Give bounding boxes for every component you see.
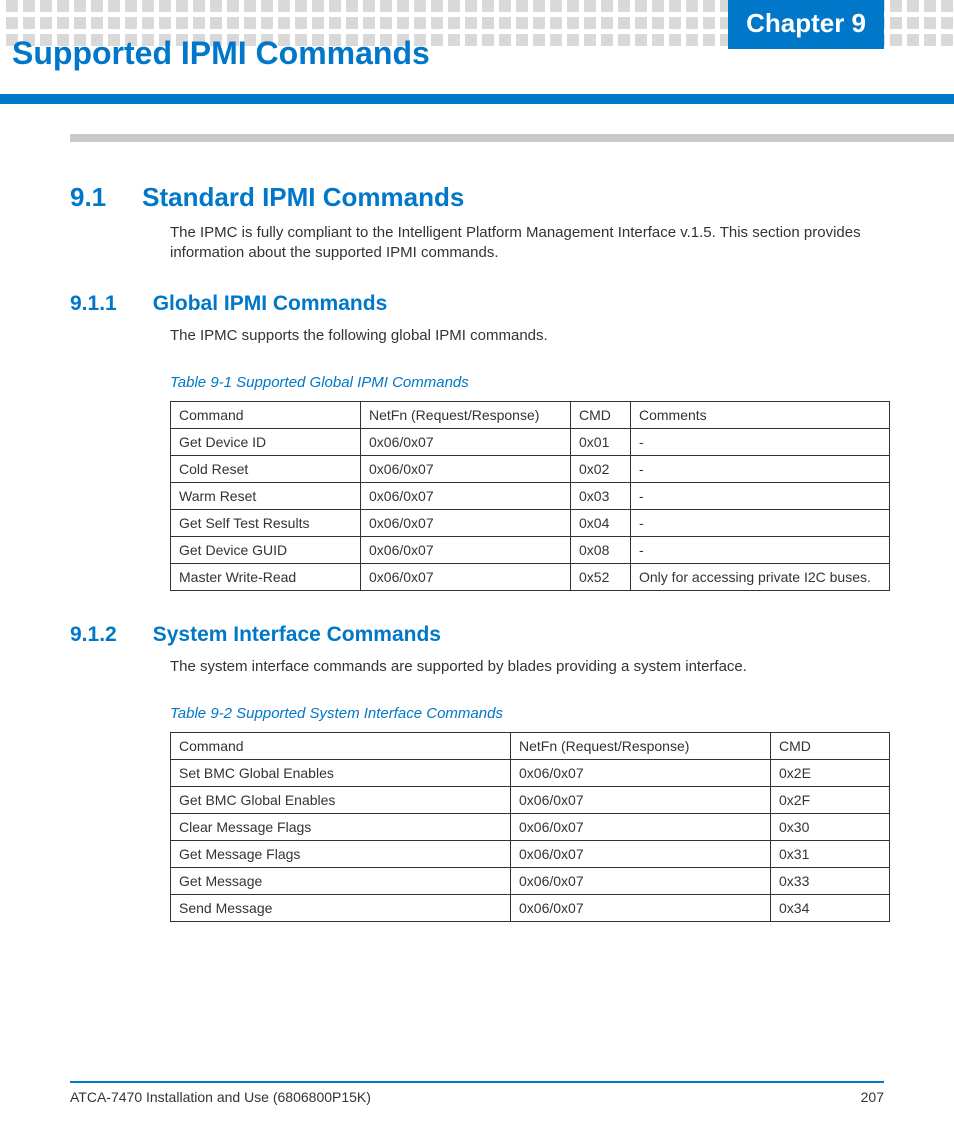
table-cell: 0x02 bbox=[571, 455, 631, 482]
table-header-cell: CMD bbox=[571, 401, 631, 428]
section-title: Global IPMI Commands bbox=[153, 292, 388, 316]
table-cell: 0x06/0x07 bbox=[361, 428, 571, 455]
table-cell: Get BMC Global Enables bbox=[171, 787, 511, 814]
table-row: Get Message Flags0x06/0x070x31 bbox=[171, 841, 890, 868]
table-cell: 0x04 bbox=[571, 509, 631, 536]
blue-divider bbox=[0, 94, 954, 104]
table-cell: 0x2F bbox=[771, 787, 890, 814]
page-title: Supported IPMI Commands bbox=[12, 35, 440, 72]
table-cell: 0x33 bbox=[771, 868, 890, 895]
table-row: Master Write-Read0x06/0x070x52Only for a… bbox=[171, 563, 890, 590]
section-title: Standard IPMI Commands bbox=[142, 182, 464, 213]
table-cell: 0x06/0x07 bbox=[511, 760, 771, 787]
chapter-tab: Chapter 9 bbox=[728, 0, 884, 49]
section-body: The IPMC is fully compliant to the Intel… bbox=[170, 223, 884, 264]
table-row: Cold Reset0x06/0x070x02- bbox=[171, 455, 890, 482]
table-cell: Get Device GUID bbox=[171, 536, 361, 563]
table-system-interface-commands: CommandNetFn (Request/Response)CMDSet BM… bbox=[170, 732, 890, 922]
table-cell: Send Message bbox=[171, 895, 511, 922]
table-cell: 0x06/0x07 bbox=[511, 895, 771, 922]
table-cell: Get Self Test Results bbox=[171, 509, 361, 536]
table-cell: - bbox=[631, 536, 890, 563]
table-cell: - bbox=[631, 509, 890, 536]
table-cell: 0x52 bbox=[571, 563, 631, 590]
table-cell: 0x08 bbox=[571, 536, 631, 563]
table-row: Get Self Test Results0x06/0x070x04- bbox=[171, 509, 890, 536]
table-cell: 0x06/0x07 bbox=[361, 455, 571, 482]
table-row: Get Device GUID0x06/0x070x08- bbox=[171, 536, 890, 563]
section-heading-9-1-2: 9.1.2 System Interface Commands bbox=[70, 623, 884, 647]
table-cell: 0x06/0x07 bbox=[511, 841, 771, 868]
table-row: Get Message0x06/0x070x33 bbox=[171, 868, 890, 895]
table-cell: - bbox=[631, 455, 890, 482]
table-cell: 0x06/0x07 bbox=[511, 814, 771, 841]
table-cell: - bbox=[631, 482, 890, 509]
footer-page-number: 207 bbox=[861, 1089, 884, 1105]
header-decoration: Chapter 9 Supported IPMI Commands bbox=[0, 0, 954, 104]
section-heading-9-1-1: 9.1.1 Global IPMI Commands bbox=[70, 292, 884, 316]
table-row: Set BMC Global Enables0x06/0x070x2E bbox=[171, 760, 890, 787]
table-cell: 0x06/0x07 bbox=[361, 563, 571, 590]
section-number: 9.1.1 bbox=[70, 292, 117, 316]
table-caption-9-2: Table 9-2 Supported System Interface Com… bbox=[170, 705, 884, 722]
table-cell: 0x06/0x07 bbox=[361, 509, 571, 536]
table-cell: 0x2E bbox=[771, 760, 890, 787]
table-cell: 0x31 bbox=[771, 841, 890, 868]
section-body: The IPMC supports the following global I… bbox=[170, 326, 884, 346]
section-title: System Interface Commands bbox=[153, 623, 441, 647]
table-cell: Only for accessing private I2C buses. bbox=[631, 563, 890, 590]
table-cell: Warm Reset bbox=[171, 482, 361, 509]
table-header-cell: Command bbox=[171, 401, 361, 428]
table-caption-9-1: Table 9-1 Supported Global IPMI Commands bbox=[170, 374, 884, 391]
section-heading-9-1: 9.1 Standard IPMI Commands bbox=[70, 182, 884, 213]
table-cell: 0x03 bbox=[571, 482, 631, 509]
table-cell: 0x06/0x07 bbox=[361, 536, 571, 563]
table-row: Warm Reset0x06/0x070x03- bbox=[171, 482, 890, 509]
table-cell: - bbox=[631, 428, 890, 455]
section-number: 9.1 bbox=[70, 182, 106, 213]
table-cell: Master Write-Read bbox=[171, 563, 361, 590]
page-footer: ATCA-7470 Installation and Use (6806800P… bbox=[70, 1081, 884, 1105]
table-cell: 0x01 bbox=[571, 428, 631, 455]
table-row: Get Device ID0x06/0x070x01- bbox=[171, 428, 890, 455]
table-header-cell: NetFn (Request/Response) bbox=[361, 401, 571, 428]
table-cell: Cold Reset bbox=[171, 455, 361, 482]
table-header-cell: Command bbox=[171, 733, 511, 760]
table-cell: 0x06/0x07 bbox=[361, 482, 571, 509]
table-cell: 0x06/0x07 bbox=[511, 787, 771, 814]
section-body: The system interface commands are suppor… bbox=[170, 657, 884, 677]
table-cell: 0x30 bbox=[771, 814, 890, 841]
footer-doc-title: ATCA-7470 Installation and Use (6806800P… bbox=[70, 1089, 371, 1105]
section-number: 9.1.2 bbox=[70, 623, 117, 647]
table-row: Clear Message Flags0x06/0x070x30 bbox=[171, 814, 890, 841]
grey-divider bbox=[70, 134, 954, 142]
table-row: Get BMC Global Enables0x06/0x070x2F bbox=[171, 787, 890, 814]
table-cell: Clear Message Flags bbox=[171, 814, 511, 841]
table-row: Send Message0x06/0x070x34 bbox=[171, 895, 890, 922]
table-cell: 0x06/0x07 bbox=[511, 868, 771, 895]
table-cell: Get Message Flags bbox=[171, 841, 511, 868]
table-header-cell: NetFn (Request/Response) bbox=[511, 733, 771, 760]
table-cell: 0x34 bbox=[771, 895, 890, 922]
table-header-cell: Comments bbox=[631, 401, 890, 428]
table-cell: Set BMC Global Enables bbox=[171, 760, 511, 787]
table-header-cell: CMD bbox=[771, 733, 890, 760]
table-cell: Get Message bbox=[171, 868, 511, 895]
table-cell: Get Device ID bbox=[171, 428, 361, 455]
table-global-ipmi-commands: CommandNetFn (Request/Response)CMDCommen… bbox=[170, 401, 890, 591]
